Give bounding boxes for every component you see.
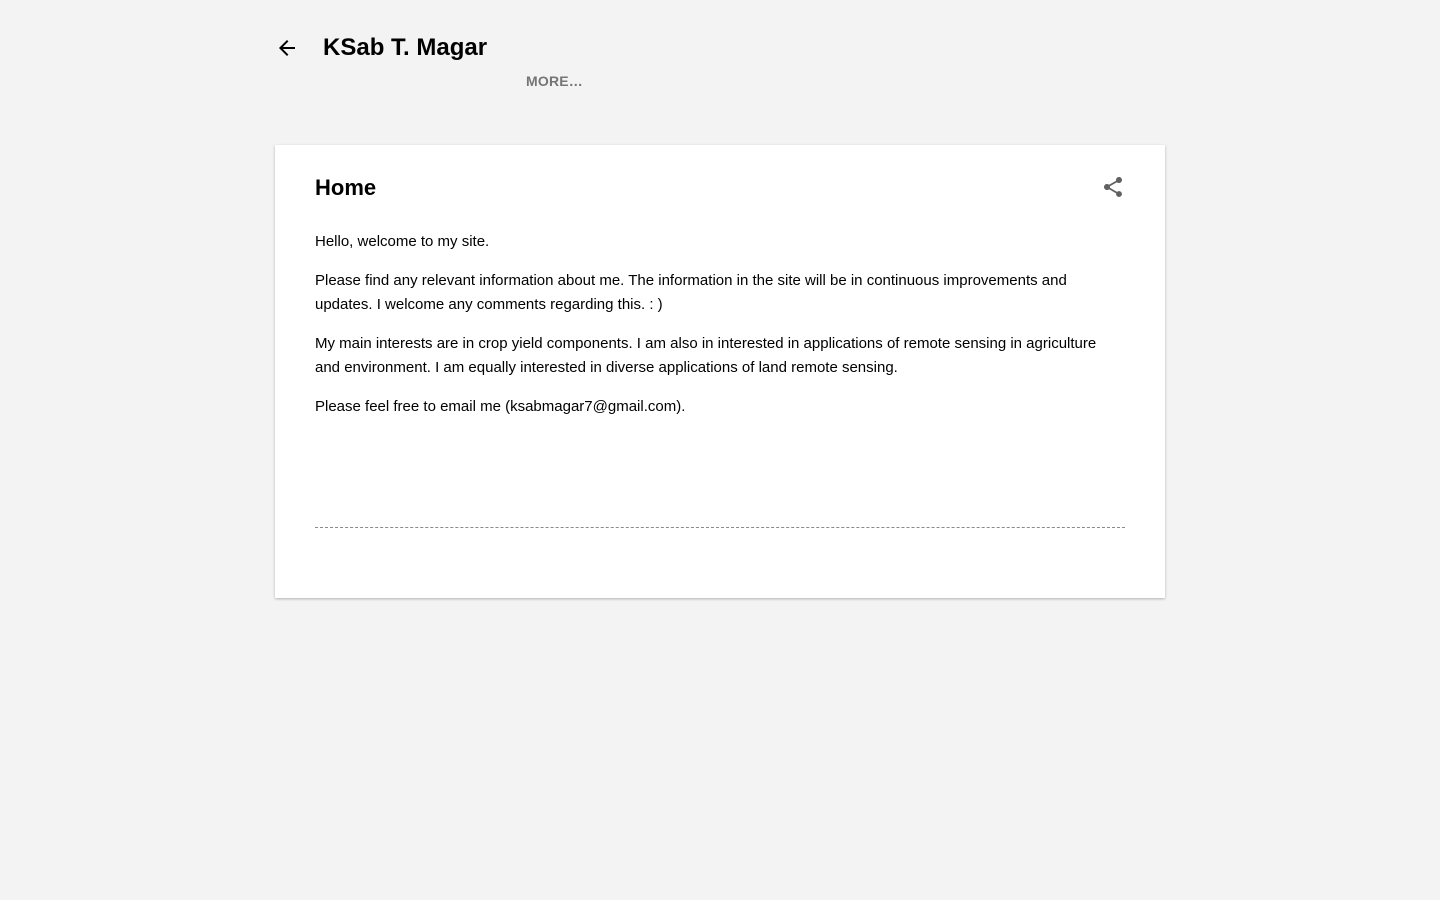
post-title: Home: [315, 175, 377, 200]
post-paragraph: Please feel free to email me (ksabmagar7…: [315, 398, 686, 415]
site-header: KSab T. Magar MORE…: [275, 28, 1165, 98]
site-title[interactable]: KSab T. Magar: [323, 32, 487, 64]
back-button[interactable]: [275, 36, 299, 60]
post-divider: [315, 527, 1125, 528]
share-button[interactable]: [1101, 175, 1125, 199]
share-icon: [1101, 175, 1125, 199]
post-paragraph: My main interests are in crop yield comp…: [315, 335, 1097, 376]
post-paragraph: Hello, welcome to my site.: [315, 233, 490, 250]
more-link[interactable]: MORE…: [526, 73, 583, 89]
post-card: Home Hello, welcome to my site. Please f…: [275, 145, 1165, 598]
arrow-left-icon: [275, 36, 299, 60]
post-paragraph: Please find any relevant information abo…: [315, 272, 1067, 313]
post-body: Hello, welcome to my site. Please find a…: [315, 230, 1125, 434]
